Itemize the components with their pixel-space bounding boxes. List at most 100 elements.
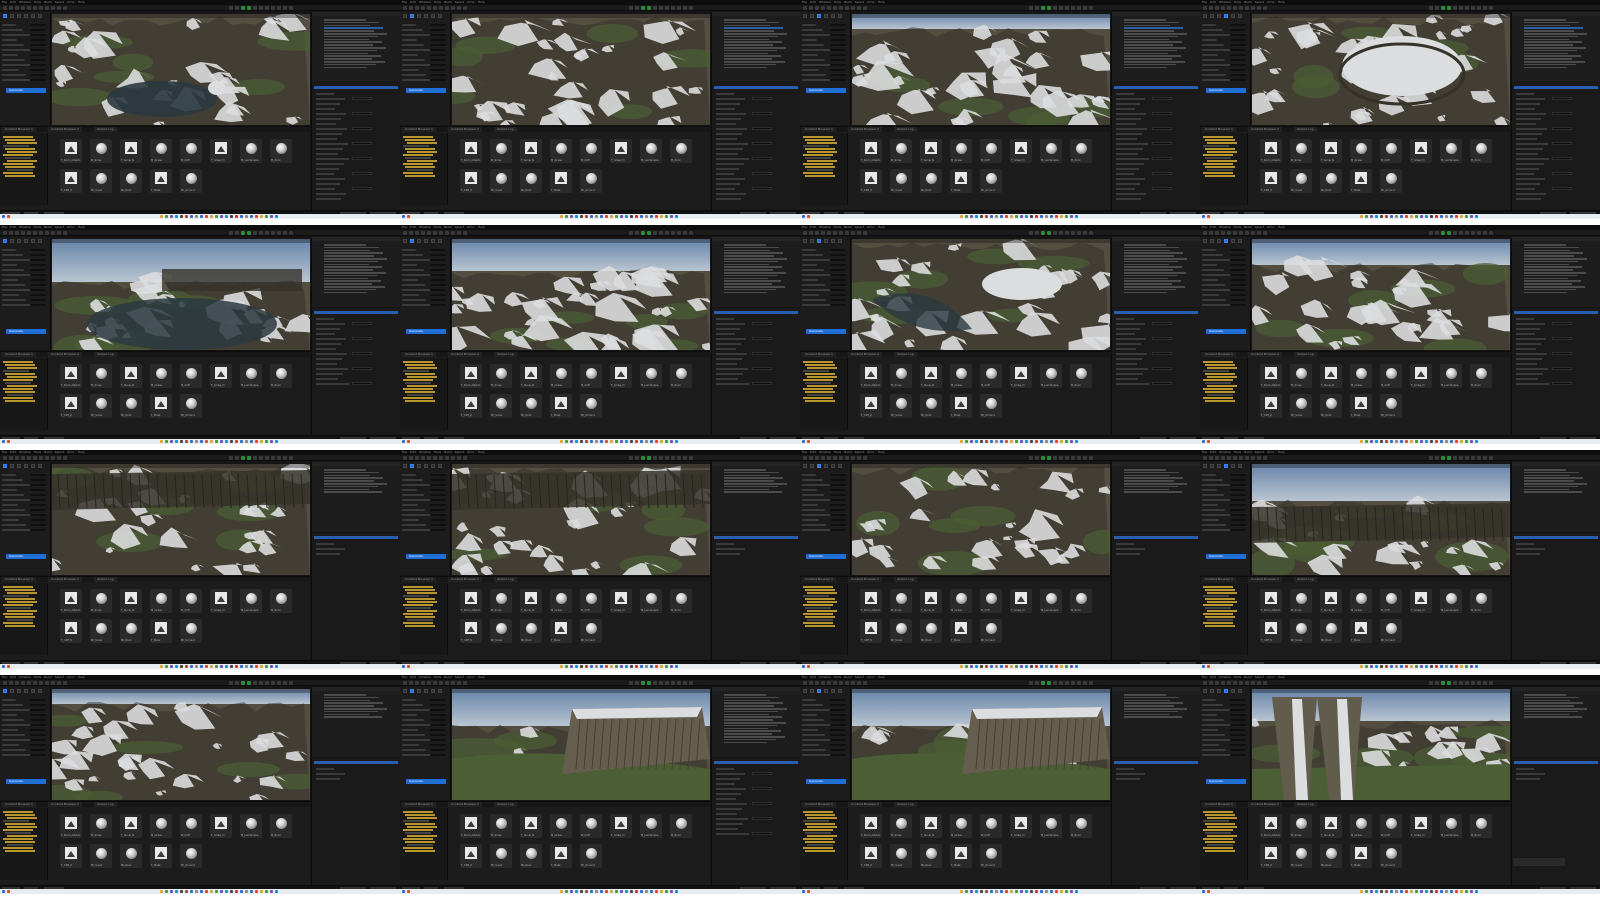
mode-tool-icon[interactable] <box>1238 464 1242 468</box>
folder-tree-item[interactable] <box>807 169 833 171</box>
outliner-row[interactable] <box>1124 269 1173 271</box>
taskbar-app-icon[interactable] <box>1045 665 1048 668</box>
outliner-row[interactable] <box>324 41 382 43</box>
taskbar-app-icon[interactable] <box>655 215 658 218</box>
toolbar-icon[interactable] <box>1047 681 1051 685</box>
toolbar-icon[interactable] <box>271 681 275 685</box>
taskbar-app-icon[interactable] <box>1470 215 1473 218</box>
toolbar-icon[interactable] <box>33 681 37 685</box>
taskbar-app-icon[interactable] <box>635 440 638 443</box>
outliner-row[interactable] <box>1524 244 1566 246</box>
toolbar-icon[interactable] <box>689 456 693 460</box>
toolbar-icon[interactable] <box>57 6 61 10</box>
folder-tree-item[interactable] <box>403 379 433 381</box>
asset-tile[interactable]: M_Cliff <box>980 814 1002 838</box>
toolbar-icon[interactable] <box>1059 681 1063 685</box>
toolbar-icon[interactable] <box>683 231 687 235</box>
asset-tile[interactable]: M_Cliff <box>1380 139 1402 163</box>
outliner-row[interactable] <box>1524 41 1582 43</box>
mode-setting-value[interactable] <box>30 749 46 751</box>
mode-tool-icon[interactable] <box>410 464 414 468</box>
mode-setting-value[interactable] <box>30 289 46 291</box>
toolbar-icon[interactable] <box>45 231 49 235</box>
asset-tile[interactable]: T_Mask <box>950 394 972 418</box>
outliner-row[interactable] <box>1524 288 1576 291</box>
mode-setting-value[interactable] <box>830 64 846 66</box>
toolbar-icon[interactable] <box>653 231 657 235</box>
mode-setting-value[interactable] <box>830 519 846 521</box>
toolbar-icon[interactable] <box>1041 6 1045 10</box>
asset-tile[interactable]: T_Snow_N <box>1320 589 1342 613</box>
mode-tool-icon[interactable] <box>838 464 842 468</box>
taskbar-app-icon[interactable] <box>1360 215 1363 218</box>
asset-tile[interactable]: T_Grass_D <box>1410 589 1432 613</box>
asset-tile[interactable]: T_Snow_N <box>520 139 542 163</box>
toolbar-icon[interactable] <box>1263 6 1267 10</box>
details-property-value[interactable] <box>352 352 372 355</box>
generate-button[interactable]: Generate <box>6 88 46 93</box>
mode-tool-icon[interactable] <box>38 689 42 693</box>
asset-tile[interactable]: M_Snow <box>890 589 912 613</box>
outliner-row[interactable] <box>1524 710 1578 713</box>
asset-tile[interactable]: M_Grass <box>550 364 572 388</box>
taskbar-app-icon[interactable] <box>990 215 993 218</box>
asset-tile[interactable]: M_Cliff <box>1380 364 1402 388</box>
folder-tree-item[interactable] <box>407 142 437 144</box>
taskbar-app-icon[interactable] <box>1207 890 1210 893</box>
folder-tree-item[interactable] <box>3 847 33 849</box>
folder-tree-item[interactable] <box>407 610 437 612</box>
taskbar-app-icon[interactable] <box>1070 440 1073 443</box>
folder-tree-item[interactable] <box>5 382 31 384</box>
folder-tree-item[interactable] <box>805 364 835 366</box>
content-browser-tab[interactable]: Content Browser 1 <box>1202 352 1236 357</box>
mode-setting-value[interactable] <box>830 754 846 756</box>
taskbar-app-icon[interactable] <box>1020 890 1023 893</box>
taskbar-app-icon[interactable] <box>605 440 608 443</box>
mode-setting-value[interactable] <box>430 264 446 266</box>
mode-setting-value[interactable] <box>1230 734 1246 736</box>
taskbar-app-icon[interactable] <box>265 440 268 443</box>
toolbar-icon[interactable] <box>1453 681 1457 685</box>
toolbar-icon[interactable] <box>1065 681 1069 685</box>
toolbar-icon[interactable] <box>265 681 269 685</box>
generate-button[interactable]: Generate <box>1206 88 1246 93</box>
asset-tile[interactable]: M_Landscape <box>1040 814 1062 838</box>
asset-tile[interactable]: T_Rock_Albedo <box>860 139 882 163</box>
asset-tile[interactable]: T_Mask <box>1350 394 1372 418</box>
folder-tree-item[interactable] <box>807 817 837 819</box>
toolbar-icon[interactable] <box>1477 231 1481 235</box>
taskbar-app-icon[interactable] <box>1375 440 1378 443</box>
toolbar-icon[interactable] <box>27 681 31 685</box>
mode-setting-value[interactable] <box>1230 289 1246 291</box>
mode-setting-value[interactable] <box>1230 524 1246 526</box>
toolbar-icon[interactable] <box>683 6 687 10</box>
outliner-row[interactable] <box>1124 260 1178 263</box>
toolbar-icon[interactable] <box>63 681 67 685</box>
asset-tile[interactable]: MI_Ground <box>1380 394 1402 418</box>
mode-setting-value[interactable] <box>1230 294 1246 296</box>
outliner-row[interactable] <box>724 58 772 60</box>
toolbar-icon[interactable] <box>641 456 645 460</box>
details-property-value[interactable] <box>752 127 772 130</box>
mode-tool-icon[interactable] <box>403 464 407 468</box>
asset-tile[interactable]: M_Rock <box>1470 139 1492 163</box>
mode-setting-value[interactable] <box>30 34 46 36</box>
outliner-row[interactable] <box>724 741 767 744</box>
outliner-row[interactable] <box>324 19 366 21</box>
mode-setting-value[interactable] <box>830 719 846 721</box>
mode-tool-icon[interactable] <box>824 464 828 468</box>
outliner-row[interactable] <box>1524 274 1577 277</box>
outliner-row[interactable] <box>324 66 367 69</box>
outliner-row[interactable] <box>324 61 385 63</box>
toolbar-icon[interactable] <box>1477 456 1481 460</box>
toolbar-icon[interactable] <box>415 6 419 10</box>
taskbar-app-icon[interactable] <box>185 440 188 443</box>
outliner-row[interactable] <box>1524 44 1573 46</box>
content-browser-tab[interactable]: Content Browser 2 <box>1248 577 1282 582</box>
taskbar-app-icon[interactable] <box>615 665 618 668</box>
taskbar-app-icon[interactable] <box>1070 215 1073 218</box>
outliner-row[interactable] <box>324 35 378 38</box>
asset-tile[interactable]: T_Rock_Albedo <box>860 364 882 388</box>
generate-button[interactable]: Generate <box>6 554 46 559</box>
mode-setting-value[interactable] <box>830 269 846 271</box>
